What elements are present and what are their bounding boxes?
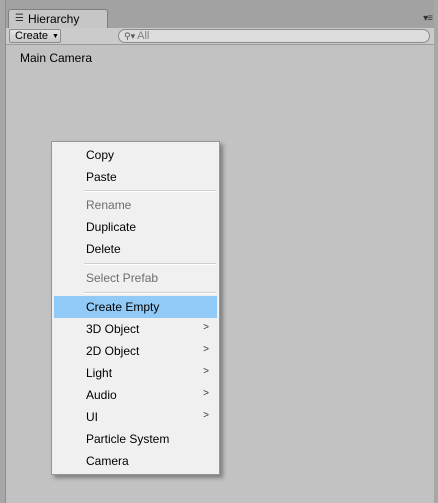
menu-item-duplicate[interactable]: Duplicate — [54, 216, 217, 238]
tab-label: Hierarchy — [27, 12, 80, 26]
menu-item-paste[interactable]: Paste — [54, 166, 217, 188]
chevron-right-icon: > — [203, 410, 209, 421]
chevron-right-icon: > — [203, 322, 209, 333]
create-dropdown-button[interactable]: Create ▼ — [9, 29, 61, 43]
menu-item-camera[interactable]: Camera — [54, 450, 217, 472]
chevron-right-icon: > — [203, 366, 209, 377]
menu-separator — [84, 190, 216, 192]
search-input[interactable] — [137, 30, 338, 42]
menu-item-label: Create Empty — [86, 300, 160, 314]
menu-item-label: Delete — [86, 242, 121, 256]
menu-item-3d-object[interactable]: 3D Object > — [54, 318, 217, 340]
menu-item-particle-system[interactable]: Particle System — [54, 428, 217, 450]
menu-item-label: UI — [86, 410, 98, 424]
menu-item-label: 3D Object — [86, 322, 140, 336]
menu-item-rename[interactable]: Rename — [54, 194, 217, 216]
menu-item-ui[interactable]: UI > — [54, 406, 217, 428]
menu-item-label: Select Prefab — [86, 271, 159, 285]
hierarchy-toolbar: Create ▼ ⚲▾ — [6, 28, 434, 45]
create-label: Create — [15, 30, 49, 42]
menu-item-label: Camera — [86, 454, 129, 468]
pane-options-icon[interactable]: ▾≡ — [423, 13, 433, 24]
menu-item-label: Paste — [86, 170, 117, 184]
menu-item-label: Particle System — [86, 432, 170, 446]
menu-separator — [84, 263, 216, 265]
hierarchy-item-main-camera[interactable]: Main Camera — [20, 51, 92, 65]
menu-separator — [84, 292, 216, 294]
menu-item-copy[interactable]: Copy — [54, 144, 217, 166]
menu-item-delete[interactable]: Delete — [54, 238, 217, 260]
hierarchy-window: ☰ Hierarchy ▾≡ Create ▼ ⚲▾ Main Camera C… — [0, 0, 438, 503]
menu-item-create-empty[interactable]: Create Empty — [54, 296, 217, 318]
menu-item-label: 2D Object — [86, 344, 140, 358]
window-right-edge — [434, 0, 438, 503]
search-field[interactable]: ⚲▾ — [118, 29, 430, 43]
menu-item-select-prefab[interactable]: Select Prefab — [54, 267, 217, 289]
tab-strip: ☰ Hierarchy ▾≡ — [6, 0, 434, 29]
menu-item-label: Audio — [86, 388, 117, 402]
search-icon: ⚲▾ — [124, 30, 136, 41]
menu-item-audio[interactable]: Audio > — [54, 384, 217, 406]
dropdown-arrow-icon: ▼ — [52, 33, 59, 40]
hierarchy-list-icon: ☰ — [15, 13, 24, 24]
menu-item-label: Light — [86, 366, 113, 380]
chevron-right-icon: > — [203, 344, 209, 355]
menu-item-label: Rename — [86, 198, 132, 212]
context-menu: Copy Paste Rename Duplicate Delete Selec… — [51, 141, 220, 475]
menu-item-label: Duplicate — [86, 220, 137, 234]
window-left-edge — [0, 0, 6, 503]
chevron-right-icon: > — [203, 388, 209, 399]
tab-hierarchy[interactable]: ☰ Hierarchy — [8, 9, 108, 28]
menu-item-light[interactable]: Light > — [54, 362, 217, 384]
menu-item-label: Copy — [86, 148, 115, 162]
menu-item-2d-object[interactable]: 2D Object > — [54, 340, 217, 362]
